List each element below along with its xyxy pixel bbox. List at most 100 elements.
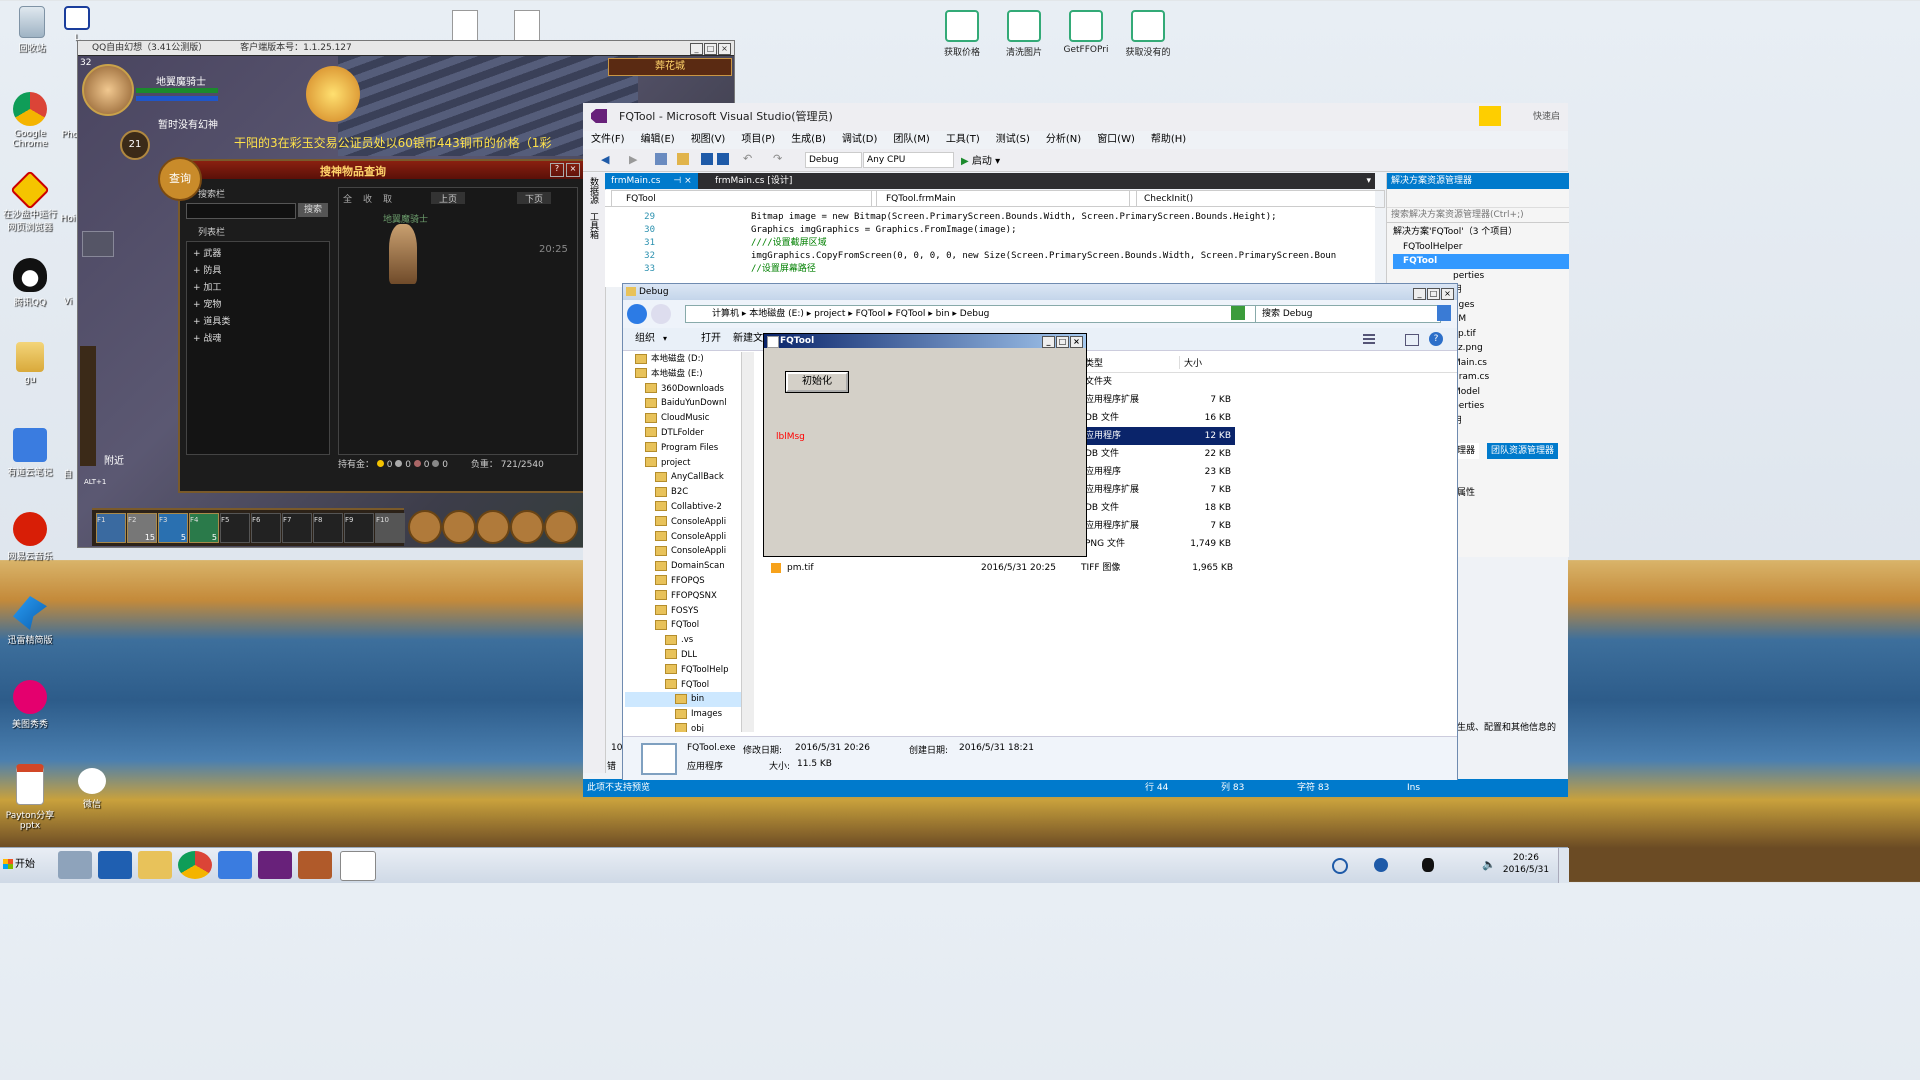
navigation-tree[interactable]: 本地磁盘 (D:) 本地磁盘 (E:) 360Downloads BaiduYunDo… (625, 352, 753, 732)
hotkey-slot[interactable]: F9 (344, 513, 374, 543)
minimize-button[interactable]: _ (1413, 287, 1426, 300)
player-avatar[interactable] (82, 64, 134, 116)
nav-member-select[interactable]: CheckInit() (1129, 190, 1385, 208)
project-node[interactable]: FQToolHelper (1393, 240, 1569, 255)
tray-volume-icon[interactable]: 🔈 (1482, 858, 1496, 871)
tree-item[interactable]: FFOPQSNX (625, 589, 753, 604)
close-button[interactable]: × (1070, 335, 1083, 348)
taskbar-youdao[interactable] (218, 851, 252, 879)
menu-debug[interactable]: 调试(D) (834, 134, 886, 145)
hotkey-slot[interactable]: F3 5 (158, 513, 188, 543)
file-row[interactable]: 应用程序扩展 7 KB (1085, 391, 1457, 409)
tree-item[interactable]: ConsoleAppli (625, 544, 753, 559)
menu-view[interactable]: 视图(V) (683, 134, 734, 145)
explorer-titlebar[interactable]: Debug _ □ × (623, 284, 1457, 300)
breadcrumb-item[interactable]: FQTool (856, 309, 886, 319)
breadcrumb-item[interactable]: bin (936, 309, 950, 319)
show-desktop-button[interactable] (1558, 848, 1569, 883)
tree-node[interactable]: perties (1393, 269, 1569, 284)
desktop-icon-wechat[interactable]: 微信 (62, 768, 122, 810)
menu-window[interactable]: 窗口(W) (1089, 134, 1143, 145)
nav-class-select[interactable]: FQTool.frmMain (871, 190, 1137, 208)
hotkey-slot[interactable]: F5 (220, 513, 250, 543)
result-area[interactable]: 全 收 取 上页 下页 地翼魔骑士 20:25 (338, 187, 578, 455)
category-item[interactable]: + 道具类 (187, 310, 329, 327)
taskbar-visual-studio[interactable] (258, 851, 292, 879)
tree-item[interactable]: DomainScan (625, 559, 753, 574)
taskbar-powershell[interactable] (98, 851, 132, 879)
search-panel[interactable]: 搜神物品查询 ? × 查询 搜索栏 搜索 列表栏 + 武器 + 防具 + 加工 … (158, 157, 586, 493)
file-row[interactable]: 应用程序 12 KB (1085, 427, 1235, 445)
hotkey-slot[interactable]: F1 (96, 513, 126, 543)
desktop-icon-clean-image[interactable]: 清洗图片 (994, 10, 1054, 58)
menu-edit[interactable]: 编辑(E) (633, 134, 683, 145)
tree-item[interactable]: DLL (625, 648, 753, 663)
open-icon[interactable] (677, 153, 689, 165)
column-type-header[interactable]: 类型 (1085, 356, 1103, 369)
project-node-selected[interactable]: FQTool (1393, 254, 1569, 269)
breadcrumb-item[interactable]: Debug (960, 309, 990, 319)
desktop-icon-get-missing[interactable]: 获取没有的 (1118, 10, 1178, 58)
desktop-icon-vi[interactable]: Vi (58, 297, 78, 307)
taskbar-server-manager[interactable] (58, 851, 92, 879)
breadcrumb-item[interactable]: 本地磁盘 (E:) (749, 309, 804, 319)
left-panel-button[interactable] (82, 231, 114, 257)
column-size-header[interactable]: 大小 (1179, 356, 1202, 369)
file-row[interactable]: DB 文件 16 KB (1085, 409, 1457, 427)
query-tab[interactable]: 查询 (158, 157, 202, 201)
all-button[interactable]: 全 (343, 192, 352, 205)
tab-frmmain-design[interactable]: frmMain.cs [设计] (709, 173, 798, 189)
npc-character[interactable] (389, 224, 417, 284)
minimize-button[interactable]: _ (1042, 335, 1055, 348)
help-icon[interactable]: ? (1429, 332, 1443, 346)
file-row[interactable]: DB 文件 22 KB (1085, 445, 1457, 463)
category-item[interactable]: + 防具 (187, 259, 329, 276)
tree-item[interactable]: Images (625, 707, 753, 722)
breadcrumb-item[interactable]: FQTool (896, 309, 926, 319)
tab-data-sources[interactable]: 数据源 (583, 173, 604, 208)
solution-node[interactable]: 解决方案'FQTool'（3 个项目） (1393, 225, 1569, 240)
next-page-button[interactable]: 下页 (517, 192, 551, 205)
desktop-icon-youdao[interactable]: 有道云笔记 (0, 428, 60, 478)
maximize-button[interactable]: □ (704, 42, 717, 55)
tree-item[interactable]: CloudMusic (625, 411, 753, 426)
tab-pin-icon[interactable]: ⊣ (673, 176, 681, 186)
menu-tools[interactable]: 工具(T) (938, 134, 988, 145)
fqtool-dialog[interactable]: FQTool _ □ × 初始化 lblMsg (763, 333, 1087, 557)
category-item[interactable]: + 战魂 (187, 327, 329, 344)
tree-item[interactable]: 本地磁盘 (D:) (625, 352, 753, 367)
menu-team[interactable]: 团队(M) (885, 134, 937, 145)
init-button[interactable]: 初始化 (785, 371, 849, 393)
refresh-icon[interactable] (1231, 306, 1245, 320)
tree-item[interactable]: obj (625, 722, 753, 732)
file-row[interactable]: 应用程序扩展 7 KB (1085, 481, 1457, 499)
collect-button[interactable]: 收 (363, 192, 372, 205)
game-titlebar[interactable]: QQ自由幻想（3.41公测版） 客户端版本号：1.1.25.127 _ □ × (78, 41, 734, 55)
hotkey-slot[interactable]: F8 (313, 513, 343, 543)
tab-dropdown-icon[interactable]: ▾ (1366, 173, 1371, 189)
quick-launch-input[interactable]: 快速启 (1533, 103, 1560, 131)
hotkey-slot[interactable]: F6 (251, 513, 281, 543)
file-row-pm-tif[interactable]: pm.tif 2016/5/31 20:25 TIFF 图像 1,965 KB (771, 560, 1241, 576)
nav-project-select[interactable]: FQTool (611, 190, 877, 208)
tray-qq-icon[interactable] (1422, 858, 1434, 872)
desktop-document-icon[interactable] (514, 10, 540, 42)
fqtool-titlebar[interactable]: FQTool _ □ × (764, 334, 1086, 348)
panel-close-button[interactable]: × (566, 163, 580, 177)
round-menu-button[interactable] (544, 510, 578, 544)
desktop-icon-hoi[interactable]: Hoi (58, 214, 78, 224)
tree-item[interactable]: ConsoleAppli (625, 515, 753, 530)
save-icon[interactable] (701, 153, 713, 165)
category-item[interactable]: + 宠物 (187, 293, 329, 310)
file-row[interactable]: 文件夹 (1085, 373, 1457, 391)
desktop-icon-xunlei[interactable]: 迅雷精简版 (0, 596, 60, 646)
close-button[interactable]: × (718, 42, 731, 55)
breadcrumb-item[interactable]: project (814, 309, 845, 319)
tree-item[interactable]: FQToolHelp (625, 663, 753, 678)
round-menu-button[interactable] (476, 510, 510, 544)
tab-toolbox[interactable]: 工具箱 (583, 208, 604, 243)
desktop-icon-get-price[interactable]: 获取价格 (932, 10, 992, 58)
tree-item[interactable]: Program Files (625, 441, 753, 456)
take-button[interactable]: 取 (383, 192, 392, 205)
new-project-icon[interactable] (655, 153, 667, 165)
